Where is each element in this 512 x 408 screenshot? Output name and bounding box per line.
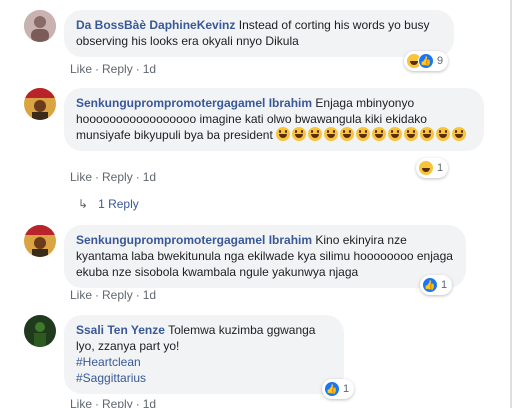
reply-link[interactable]: Reply: [102, 62, 133, 76]
reactions-summary[interactable]: 1: [416, 158, 449, 178]
comment-actions: Like · Reply · 1d: [70, 397, 156, 408]
comment-actions: Like · Reply · 1d: [70, 288, 157, 302]
timestamp[interactable]: 1d: [143, 397, 156, 408]
comment-author[interactable]: Senkunguprompromotergagamel Ibrahim: [76, 233, 312, 247]
comment-bubble: Senkunguprompromotergagamel Ibrahim Kino…: [64, 225, 466, 288]
reaction-count: 1: [343, 383, 350, 395]
laughing-emoji-icon: [276, 127, 291, 141]
timestamp[interactable]: 1d: [143, 170, 156, 184]
comment-bubble: Senkunguprompromotergagamel Ibrahim Enja…: [64, 88, 484, 151]
like-link[interactable]: Like: [70, 62, 92, 76]
avatar[interactable]: [24, 225, 56, 257]
laughing-emoji-icon: [372, 127, 387, 141]
comment-bubble: Da BossBàè DaphineKevinz Instead of cort…: [64, 10, 454, 57]
like-icon: 👍: [422, 277, 438, 293]
hashtag-link[interactable]: #Saggittarius: [76, 370, 332, 386]
comment-author[interactable]: Da BossBàè DaphineKevinz: [76, 18, 235, 32]
replies-count-label[interactable]: 1 Reply: [98, 197, 139, 211]
like-link[interactable]: Like: [70, 170, 92, 184]
laughing-emoji-icon: [452, 127, 467, 141]
timestamp[interactable]: 1d: [143, 62, 156, 76]
reaction-count: 1: [437, 162, 444, 174]
avatar[interactable]: [24, 315, 56, 347]
like-link[interactable]: Like: [70, 397, 92, 408]
comment-bubble: Ssali Ten Yenze Tolemwa kuzimba ggwanga …: [64, 315, 344, 394]
laughing-emoji-icon: [420, 127, 435, 141]
avatar-photo-icon: [24, 88, 56, 120]
laughing-emoji-icon: [436, 127, 451, 141]
avatar-photo-icon: [24, 225, 56, 257]
comment-actions: Like · Reply · 1d: [70, 62, 157, 76]
reply-arrow-icon: ↳: [78, 197, 89, 211]
laughing-emoji-icon: [340, 127, 355, 141]
hashtag-link[interactable]: #Heartclean: [76, 354, 332, 370]
like-icon: 👍: [324, 381, 340, 397]
laughing-emoji-icon: [388, 127, 403, 141]
reaction-count: 1: [441, 279, 448, 291]
avatar-photo-icon: [24, 10, 56, 42]
reply-link[interactable]: Reply: [102, 397, 133, 408]
comment-author[interactable]: Ssali Ten Yenze: [76, 323, 165, 337]
avatar-photo-icon: [24, 315, 56, 347]
reply-link[interactable]: Reply: [102, 288, 133, 302]
reactions-summary[interactable]: 👍 9: [404, 51, 449, 71]
emoji-run: [276, 127, 468, 142]
like-link[interactable]: Like: [70, 288, 92, 302]
laughing-emoji-icon: [308, 127, 323, 141]
laughing-emoji-icon: [356, 127, 371, 141]
comment-author[interactable]: Senkunguprompromotergagamel Ibrahim: [76, 96, 312, 110]
laughing-emoji-icon: [404, 127, 419, 141]
reaction-count: 9: [437, 55, 444, 67]
avatar[interactable]: [24, 88, 56, 120]
reply-link[interactable]: Reply: [102, 170, 133, 184]
laughing-emoji-icon: [292, 127, 307, 141]
reactions-summary[interactable]: 👍 1: [322, 379, 355, 399]
timestamp[interactable]: 1d: [143, 288, 156, 302]
reactions-summary[interactable]: 👍 1: [420, 275, 453, 295]
like-icon: 👍: [418, 53, 434, 69]
comment-actions: Like · Reply · 1d: [70, 170, 157, 184]
view-replies-link[interactable]: ↳ 1 Reply: [78, 197, 139, 211]
laughing-emoji-icon: [324, 127, 339, 141]
avatar[interactable]: [24, 10, 56, 42]
haha-icon: [418, 160, 434, 176]
